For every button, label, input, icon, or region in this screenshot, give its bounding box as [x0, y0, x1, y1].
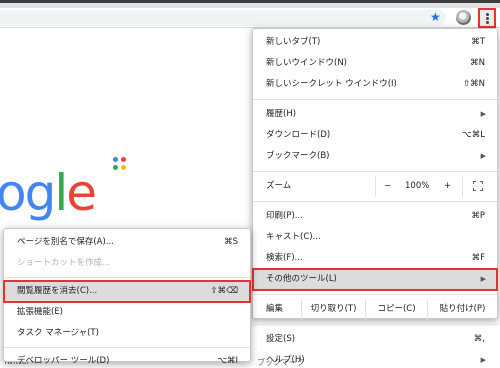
menu-shortcut: ⌥⌘L — [461, 130, 485, 140]
address-bar[interactable] — [0, 10, 446, 26]
menu-item-label: その他のツール(L) — [266, 274, 337, 284]
menu-divider — [4, 347, 250, 348]
menu-item-find[interactable]: 検索(F)... ⌘F — [253, 248, 497, 269]
chrome-main-menu: 新しいタブ(T) ⌘T 新しいウインドウ(N) ⌘N 新しいシークレット ウインドウ… — [252, 28, 498, 365]
menu-item-label: 新しいシークレット ウインドウ(I) — [266, 79, 397, 89]
menu-item-history[interactable]: 履歴(H) ▶ — [253, 104, 497, 125]
bookmark-star-icon[interactable]: ★ — [430, 8, 441, 26]
tab-strip — [0, 0, 500, 8]
menu-item-label: 新しいタブ(T) — [266, 37, 321, 47]
menu-item-save-page[interactable]: ページを別名で保存(A)... ⌘S — [4, 232, 250, 253]
menu-divider — [253, 201, 497, 202]
google-logo: ogle — [0, 163, 97, 223]
menu-item-label: ショートカットを作成... — [17, 258, 111, 268]
menu-item-downloads[interactable]: ダウンロード(D) ⌥⌘L — [253, 125, 497, 146]
menu-divider — [253, 171, 497, 172]
tab-strip-edge — [0, 0, 500, 3]
menu-shortcut: ⌘P — [471, 211, 485, 221]
zoom-label: ズーム — [266, 181, 292, 191]
menu-item-label: デベロッパー ツール(D) — [17, 356, 110, 366]
menu-item-label: 拡張機能(E) — [17, 307, 64, 317]
menu-shortcut: ⌘N — [470, 58, 485, 68]
menu-item-new-incognito[interactable]: 新しいシークレット ウインドウ(I) ⇧⌘N — [253, 74, 497, 95]
menu-item-label: 閲覧履歴を消去(C)... — [17, 286, 98, 296]
menu-item-label: ダウンロード(D) — [266, 130, 331, 140]
menu-item-print[interactable]: 印刷(P)... ⌘P — [253, 206, 497, 227]
cut-button[interactable]: 切り取り(T) — [301, 299, 365, 320]
menu-item-clear-browsing-data[interactable]: 閲覧履歴を消去(C)... ⇧⌘⌫ — [3, 280, 251, 303]
menu-item-new-window[interactable]: 新しいウインドウ(N) ⌘N — [253, 53, 497, 74]
menu-item-developer-tools[interactable]: デベロッパー ツール(D) ⌥⌘I — [4, 351, 250, 368]
menu-item-extensions[interactable]: 拡張機能(E) — [4, 302, 250, 323]
menu-shortcut: ⇧⌘N — [463, 79, 485, 89]
menu-item-label: 設定(S) — [266, 334, 296, 344]
logo-letter: e — [66, 164, 97, 222]
copy-button[interactable]: コピー(C) — [365, 299, 427, 320]
paste-button[interactable]: 貼り付け(P) — [427, 299, 497, 320]
kebab-dot-icon — [486, 17, 489, 20]
menu-divider — [253, 294, 497, 295]
menu-item-label: 検索(F)... — [266, 253, 303, 263]
submenu-arrow-icon: ▶ — [480, 152, 486, 160]
zoom-in-button[interactable]: + — [444, 176, 451, 197]
menu-shortcut: ⌘S — [224, 237, 238, 247]
menu-zoom-row: ズーム − 100% + — [253, 176, 497, 197]
chrome-menu-button[interactable] — [478, 8, 496, 28]
menu-shortcut: ⇧⌘⌫ — [210, 286, 238, 296]
browser-toolbar: ★ — [0, 8, 500, 28]
submenu-arrow-icon: ▶ — [480, 356, 486, 364]
menu-item-label: 印刷(P)... — [266, 211, 303, 221]
menu-item-label: ページを別名で保存(A)... — [17, 237, 114, 247]
menu-item-label: 履歴(H) — [266, 109, 297, 119]
menu-divider — [253, 324, 497, 325]
menu-item-label: 新しいウインドウ(N) — [266, 58, 347, 68]
menu-shortcut: ⌘F — [471, 253, 485, 263]
edit-label: 編集 — [266, 304, 284, 314]
logo-letter: l — [54, 164, 68, 222]
menu-edit-row: 編集 切り取り(T) コピー(C) 貼り付け(P) — [253, 299, 497, 320]
menu-divider — [4, 277, 250, 278]
menu-item-create-shortcut: ショートカットを作成... — [4, 253, 250, 274]
submenu-arrow-icon: ▶ — [480, 110, 486, 118]
menu-item-label: タスク マネージャ(T) — [17, 328, 99, 338]
submenu-arrow-icon: ▶ — [480, 275, 486, 283]
kebab-dot-icon — [486, 21, 489, 24]
menu-shortcut: ⌘, — [473, 334, 485, 344]
menu-shortcut: ⌥⌘I — [217, 356, 238, 366]
google-apps-dots-icon — [113, 157, 129, 173]
logo-letter: g — [24, 164, 57, 222]
zoom-out-button[interactable]: − — [384, 176, 391, 197]
more-tools-submenu: ページを別名で保存(A)... ⌘S ショートカットを作成... 閲覧履歴を消去(… — [3, 228, 251, 366]
menu-divider — [253, 99, 497, 100]
zoom-controls: − 100% + — [375, 176, 463, 197]
menu-item-label: ヘルプ(H) — [266, 355, 305, 365]
profile-avatar[interactable] — [456, 10, 471, 25]
menu-item-task-manager[interactable]: タスク マネージャ(T) — [4, 323, 250, 344]
menu-item-label: ブックマーク(B) — [266, 151, 330, 161]
fullscreen-icon[interactable] — [473, 181, 483, 191]
menu-item-more-tools[interactable]: その他のツール(L) ▶ — [252, 268, 498, 291]
menu-item-new-tab[interactable]: 新しいタブ(T) ⌘T — [253, 32, 497, 53]
menu-item-label: キャスト(C)... — [266, 232, 321, 242]
logo-letter: o — [0, 164, 27, 222]
menu-item-bookmarks[interactable]: ブックマーク(B) ▶ — [253, 146, 497, 167]
kebab-dot-icon — [486, 13, 489, 16]
menu-item-help[interactable]: ヘルプ(H) ▶ — [253, 350, 497, 368]
menu-item-cast[interactable]: キャスト(C)... — [253, 227, 497, 248]
zoom-level: 100% — [405, 181, 430, 191]
menu-item-settings[interactable]: 設定(S) ⌘, — [253, 329, 497, 350]
menu-shortcut: ⌘T — [471, 37, 485, 47]
